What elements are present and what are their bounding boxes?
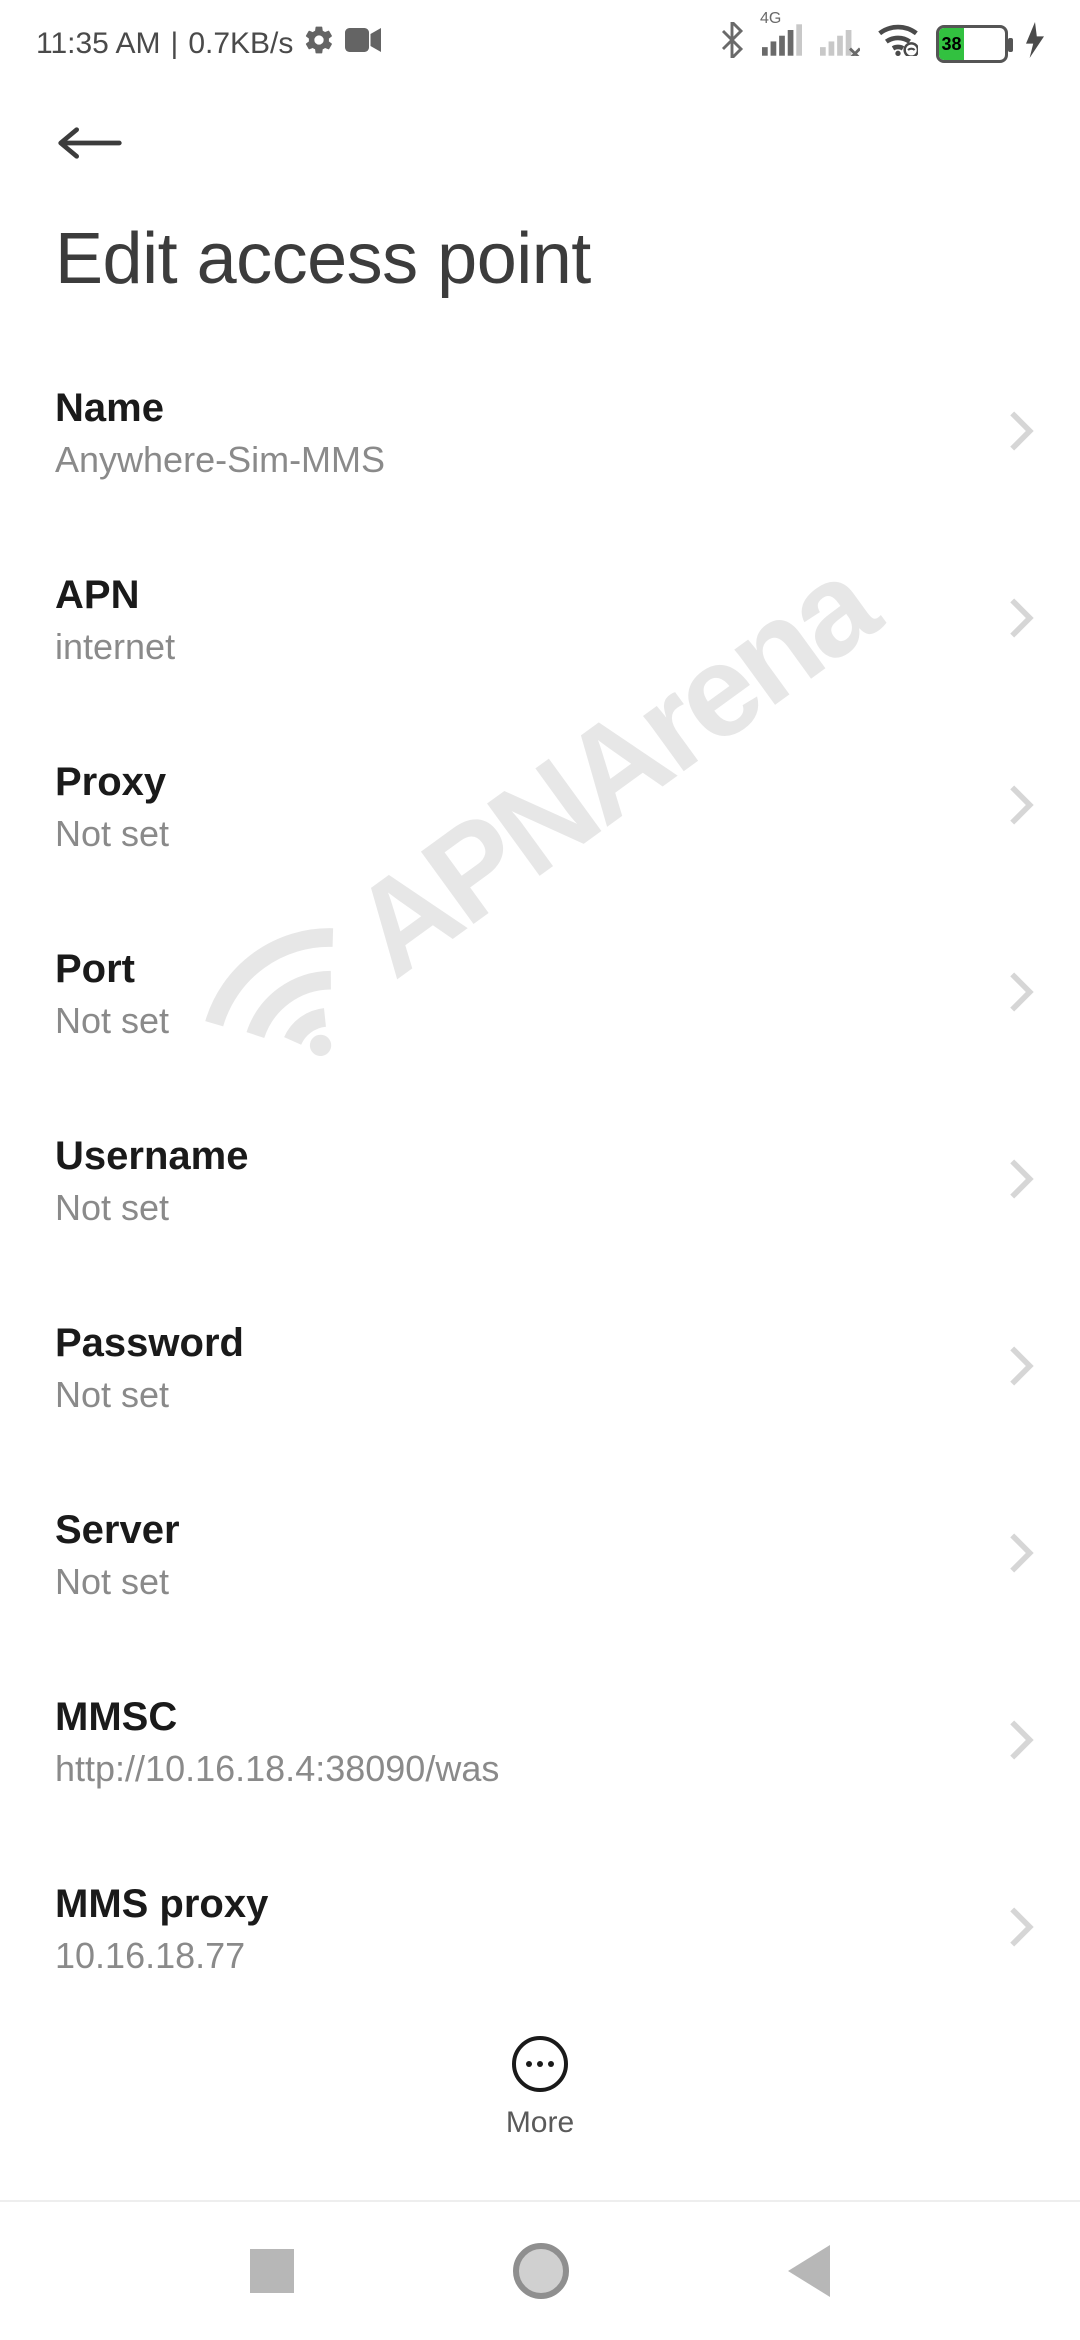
status-left: 11:35 AM | 0.7KB/s <box>36 24 381 64</box>
charging-icon <box>1026 22 1044 66</box>
chevron-right-icon <box>1007 1718 1035 1767</box>
nav-back-button[interactable] <box>788 2245 830 2297</box>
row-value: http://10.16.18.4:38090/was <box>55 1748 1007 1790</box>
status-sep: | <box>171 27 179 61</box>
row-value: Not set <box>55 1561 1007 1603</box>
row-label: Password <box>55 1321 1007 1366</box>
chevron-right-icon <box>1007 970 1035 1019</box>
row-username[interactable]: Username Not set <box>0 1088 1080 1275</box>
row-label: APN <box>55 573 1007 618</box>
android-nav-bar <box>0 2200 1080 2340</box>
row-label: Name <box>55 386 1007 431</box>
row-server[interactable]: Server Not set <box>0 1462 1080 1649</box>
header <box>0 78 1080 178</box>
chevron-right-icon <box>1007 1344 1035 1393</box>
status-time: 11:35 AM <box>36 27 161 61</box>
camera-icon <box>345 27 381 61</box>
chevron-right-icon <box>1007 596 1035 645</box>
back-button[interactable] <box>55 108 125 178</box>
row-label: Server <box>55 1508 1007 1553</box>
bluetooth-icon <box>720 22 744 66</box>
row-label: MMSC <box>55 1695 1007 1740</box>
row-password[interactable]: Password Not set <box>0 1275 1080 1462</box>
row-value: Not set <box>55 813 1007 855</box>
status-speed: 0.7KB/s <box>188 27 293 61</box>
signal-4g-icon: 4G <box>762 24 802 64</box>
more-label: More <box>506 2106 574 2140</box>
more-menu[interactable]: More <box>0 2004 1080 2172</box>
row-port[interactable]: Port Not set <box>0 901 1080 1088</box>
row-value: Not set <box>55 1187 1007 1229</box>
row-mmsc[interactable]: MMSC http://10.16.18.4:38090/was <box>0 1649 1080 1836</box>
battery-icon: 38 <box>936 25 1008 63</box>
row-value: Not set <box>55 1000 1007 1042</box>
gear-icon <box>303 24 335 64</box>
chevron-right-icon <box>1007 1531 1035 1580</box>
nav-home-button[interactable] <box>513 2243 569 2299</box>
more-icon <box>512 2036 568 2092</box>
status-right: 4G 38 <box>720 22 1044 66</box>
row-mms-proxy[interactable]: MMS proxy 10.16.18.77 <box>0 1836 1080 2023</box>
row-apn[interactable]: APN internet <box>0 527 1080 714</box>
page-title: Edit access point <box>0 178 1080 340</box>
row-value: internet <box>55 626 1007 668</box>
settings-list: Name Anywhere-Sim-MMS APN internet Proxy… <box>0 340 1080 2023</box>
row-label: MMS proxy <box>55 1882 1007 1927</box>
row-label: Username <box>55 1134 1007 1179</box>
chevron-right-icon <box>1007 1905 1035 1954</box>
chevron-right-icon <box>1007 783 1035 832</box>
signal-nosim-icon <box>820 24 860 64</box>
wifi-icon <box>878 24 918 64</box>
chevron-right-icon <box>1007 1157 1035 1206</box>
battery-pct: 38 <box>939 28 964 60</box>
nav-recents-button[interactable] <box>250 2249 294 2293</box>
row-proxy[interactable]: Proxy Not set <box>0 714 1080 901</box>
chevron-right-icon <box>1007 409 1035 458</box>
row-label: Proxy <box>55 760 1007 805</box>
row-label: Port <box>55 947 1007 992</box>
status-bar: 11:35 AM | 0.7KB/s 4G 38 <box>0 0 1080 78</box>
row-value: 10.16.18.77 <box>55 1935 1007 1977</box>
row-value: Not set <box>55 1374 1007 1416</box>
row-value: Anywhere-Sim-MMS <box>55 439 1007 481</box>
row-name[interactable]: Name Anywhere-Sim-MMS <box>0 340 1080 527</box>
